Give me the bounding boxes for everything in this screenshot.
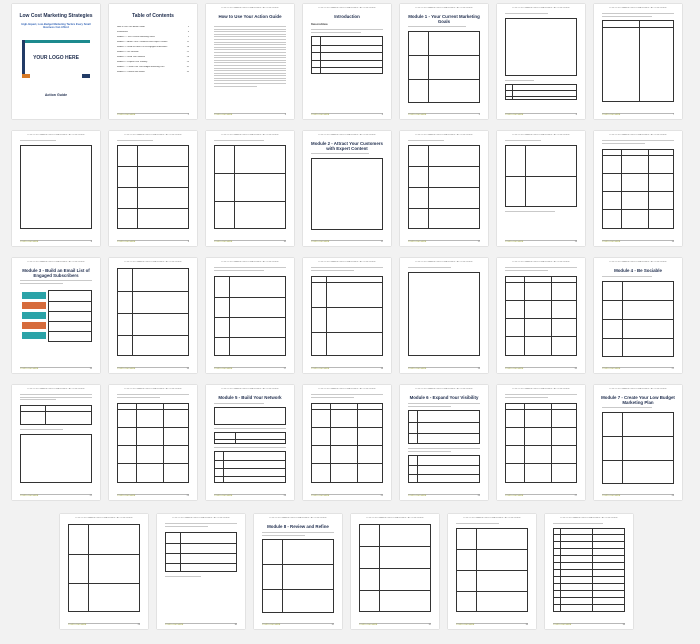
toc-entry[interactable]: Introduction 4 [117,31,189,34]
cover-logo-area: YOUR LOGO HERE [22,40,90,78]
m2-title: Module 2 - Attract Your Customers with E… [311,141,383,151]
cover-subtitle: High-Impact, Low-Budget Marketing Tactic… [21,23,91,29]
page-m6-a: LOW COST MARKETING STRATEGIES - ACTION G… [497,385,585,500]
toc-entry[interactable]: Module 5 - Build Your Network 26 [117,56,189,59]
page-m8-c: LOW COST MARKETING STRATEGIES - ACTION G… [545,514,633,629]
page-m5-a: LOW COST MARKETING STRATEGIES - ACTION G… [303,385,391,500]
page-m2-b: LOW COST MARKETING STRATEGIES - ACTION G… [497,131,585,246]
toc-entry-page: 26 [186,56,189,58]
toc-entry-label: Module 1 - Your Current Marketing Goals [117,36,155,38]
page-m4-a: LOW COST MARKETING STRATEGIES - ACTION G… [12,385,100,500]
page-intro: LOW COST MARKETING STRATEGIES - ACTION G… [303,4,391,119]
cover-footer: Action Guide [44,93,68,97]
toc-entry[interactable]: How to Use Your Action Guide 3 [117,26,189,29]
cover-title: Low Cost Marketing Strategies [19,13,93,19]
page-m8-b: LOW COST MARKETING STRATEGIES - ACTION G… [448,514,536,629]
page-cover: Low Cost Marketing Strategies High-Impac… [12,4,100,119]
m3-title: Module 3 - Build an Email List of Engage… [22,268,90,278]
page-m6-title: LOW COST MARKETING STRATEGIES - ACTION G… [400,385,488,500]
page-m2-c: LOW COST MARKETING STRATEGIES - ACTION G… [594,131,682,246]
toc-entry[interactable]: Module 7 - Create Your Low Budget Market… [117,66,189,69]
toc-entry-page: 16 [186,46,189,48]
toc-entry-label: Module 4 - Be Sociable [117,51,139,53]
page-m2-a: LOW COST MARKETING STRATEGIES - ACTION G… [400,131,488,246]
m1-title: Module 1 - Your Current Marketing Goals [408,14,480,24]
toc-entry-page: 5 [187,36,189,38]
page-m3-title: LOW COST MARKETING STRATEGIES - ACTION G… [12,258,100,373]
m5-title: Module 5 - Build Your Network [218,395,282,400]
page-m1-a: LOW COST MARKETING STRATEGIES - ACTION G… [497,4,585,119]
page-m2-title: LOW COST MARKETING STRATEGIES - ACTION G… [303,131,391,246]
toc-entry[interactable]: Module 6 - Expand Your Visibility 29 [117,61,189,64]
page-m4-title: LOW COST MARKETING STRATEGIES - ACTION G… [594,258,682,373]
toc-entry-label: Module 8 - Review and Refine [117,71,145,73]
toc-entry-label: Module 3 - Build an Email List of Engage… [117,46,168,48]
page-m1-c: LOW COST MARKETING STRATEGIES - ACTION G… [12,131,100,246]
toc-entry-label: Module 2 - Attract Your Customers with E… [117,41,168,43]
toc-entry-page: 3 [187,26,189,28]
page-m4-b: LOW COST MARKETING STRATEGIES - ACTION G… [109,385,197,500]
page-m3-a: LOW COST MARKETING STRATEGIES - ACTION G… [109,258,197,373]
page-m3-b: LOW COST MARKETING STRATEGIES - ACTION G… [206,258,294,373]
toc-entry-label: Module 6 - Expand Your Visibility [117,61,148,63]
how-to-title: How to Use Your Action Guide [218,14,282,19]
toc-entry-label: How to Use Your Action Guide [117,26,145,28]
m4-title: Module 4 - Be Sociable [614,268,662,273]
page-m1-title: LOW COST MARKETING STRATEGIES - ACTION G… [400,4,488,119]
toc-title: Table of Contents [132,13,174,19]
toc-entry-page: 32 [186,66,189,68]
toc-entry[interactable]: Module 2 - Attract Your Customers with E… [117,41,189,44]
toc-entry[interactable]: Module 4 - Be Sociable 22 [117,51,189,54]
page-m1-e: LOW COST MARKETING STRATEGIES - ACTION G… [206,131,294,246]
m6-title: Module 6 - Expand Your Visibility [409,395,479,400]
toc-entry-label: Module 5 - Build Your Network [117,56,145,58]
toc-entry-label: Module 7 - Create Your Low Budget Market… [117,66,165,68]
page-m7-b: LOW COST MARKETING STRATEGIES - ACTION G… [157,514,245,629]
toc-entry[interactable]: Module 8 - Review and Refine 35 [117,71,189,74]
page-m1-b: LOW COST MARKETING STRATEGIES - ACTION G… [594,4,682,119]
toc-entry-label: Introduction [117,31,128,33]
page-m3-c: LOW COST MARKETING STRATEGIES - ACTION G… [303,258,391,373]
cover-logo-text: YOUR LOGO HERE [33,55,79,61]
page-m1-d: LOW COST MARKETING STRATEGIES - ACTION G… [109,131,197,246]
page-m8-a: LOW COST MARKETING STRATEGIES - ACTION G… [351,514,439,629]
intro-grid [311,36,383,74]
page-m7-a: LOW COST MARKETING STRATEGIES - ACTION G… [60,514,148,629]
page-m8-title: LOW COST MARKETING STRATEGIES - ACTION G… [254,514,342,629]
toc-entry-page: 35 [186,71,189,73]
page-how-to: LOW COST MARKETING STRATEGIES - ACTION G… [206,4,294,119]
toc-entry-page: 4 [187,31,189,33]
page-m5-title: LOW COST MARKETING STRATEGIES - ACTION G… [206,385,294,500]
m8-title: Module 8 - Review and Refine [267,524,329,529]
toc-entry[interactable]: Module 3 - Build an Email List of Engage… [117,46,189,49]
page-m3-d: LOW COST MARKETING STRATEGIES - ACTION G… [400,258,488,373]
page-m3-e: LOW COST MARKETING STRATEGIES - ACTION G… [497,258,585,373]
toc-entry[interactable]: Module 1 - Your Current Marketing Goals 5 [117,36,189,39]
how-to-text [214,26,286,88]
toc-entry-page: 11 [186,41,189,43]
page-m7-title: LOW COST MARKETING STRATEGIES - ACTION G… [594,385,682,500]
toc-entry-page: 29 [186,61,189,63]
m7-title: Module 7 - Create Your Low Budget Market… [601,395,675,405]
toc-entry-page: 22 [186,51,189,53]
page-toc: Table of Contents How to Use Your Action… [109,4,197,119]
intro-title: Introduction [334,14,360,19]
